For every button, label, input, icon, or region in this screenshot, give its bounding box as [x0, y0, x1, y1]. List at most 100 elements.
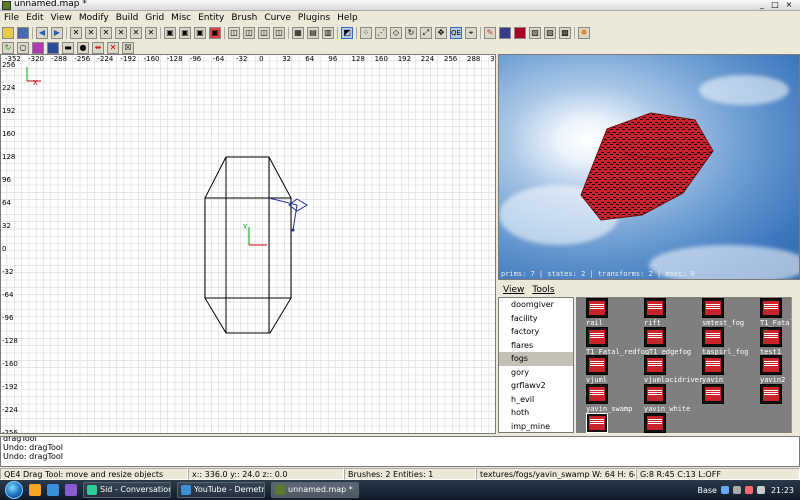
tray-icon[interactable]: [756, 486, 765, 494]
menu-modify[interactable]: Modify: [79, 12, 109, 24]
list-item[interactable]: facility: [499, 312, 573, 326]
texture-thumb[interactable]: [760, 355, 782, 375]
menu-plugins[interactable]: Plugins: [298, 12, 330, 24]
bookmark-icon[interactable]: [32, 42, 44, 54]
list-item-selected[interactable]: fogs: [499, 352, 573, 366]
grid-view-2d[interactable]: 256 224 192 160 128 96 64 32 0 -32 -64 -96 -128 -160-…: [0, 54, 496, 434]
list-item[interactable]: doomgiver: [499, 298, 573, 312]
task-youtube[interactable]: YouTube - Demetri ...: [177, 482, 265, 498]
menu-view[interactable]: View: [51, 12, 72, 24]
csg-hollow-icon[interactable]: ◫: [243, 27, 255, 39]
menu-file[interactable]: File: [4, 12, 19, 24]
rotate-x-icon[interactable]: ✕: [85, 27, 97, 39]
rotate-y-icon[interactable]: ✕: [115, 27, 127, 39]
task-radiant[interactable]: unnamed.map *: [271, 482, 359, 498]
media-icon[interactable]: [65, 484, 77, 496]
select-partial-tall-icon[interactable]: ▣: [194, 27, 206, 39]
grid-canvas[interactable]: [1, 55, 496, 434]
texture-thumb[interactable]: [586, 384, 608, 404]
texture-view-mode-icon[interactable]: ◩: [341, 27, 353, 39]
shader-icon[interactable]: [499, 27, 511, 39]
curve-icon[interactable]: ▩: [559, 27, 571, 39]
start-button[interactable]: [5, 481, 23, 499]
list-item[interactable]: grflawv2: [499, 379, 573, 393]
eyedropper-icon[interactable]: ✎: [484, 27, 496, 39]
patch-icon[interactable]: ▧: [529, 27, 541, 39]
language-indicator[interactable]: Base: [697, 486, 716, 495]
drag-tool-icon[interactable]: QE: [450, 27, 462, 39]
dot-icon[interactable]: ●: [77, 42, 89, 54]
refresh-icon[interactable]: ↻: [2, 42, 14, 54]
menu-help[interactable]: Help: [337, 12, 358, 24]
scale-tool-icon[interactable]: ⤢: [420, 27, 432, 39]
list-item[interactable]: imp_mine: [499, 420, 573, 433]
car-icon[interactable]: ▬: [62, 42, 74, 54]
texture-thumb-selected[interactable]: [586, 413, 608, 433]
camera-view-3d[interactable]: prims: 7 | states: 2 | transforms: 2 | m…: [498, 54, 800, 280]
texture-browser[interactable]: rail rift smtest_fog T1_Fatal T1_Fatal_r…: [576, 297, 800, 433]
open-folder-icon[interactable]: [2, 27, 14, 39]
translate-tool-icon[interactable]: ✥: [435, 27, 447, 39]
texture-folder-list[interactable]: doomgiver facility factory flares fogs g…: [498, 297, 574, 433]
texture-thumb[interactable]: [644, 298, 666, 318]
texture-thumb[interactable]: [760, 384, 782, 404]
clipper-icon[interactable]: ◫: [273, 27, 285, 39]
menu-curve[interactable]: Curve: [264, 12, 291, 24]
texture-thumb[interactable]: [644, 327, 666, 347]
box-x-icon[interactable]: ☒: [122, 42, 134, 54]
texture-thumb[interactable]: [702, 327, 724, 347]
camera-icon[interactable]: ▥: [322, 27, 334, 39]
list-item[interactable]: hoth: [499, 406, 573, 420]
rotate-tool-icon[interactable]: ↻: [405, 27, 417, 39]
select-complete-tall-icon[interactable]: ▣: [164, 27, 176, 39]
menu-entity[interactable]: Entity: [198, 12, 224, 24]
list-item[interactable]: factory: [499, 325, 573, 339]
security-icon[interactable]: [744, 486, 753, 494]
texture-menu-tools[interactable]: Tools: [532, 285, 554, 297]
face-mode-icon[interactable]: ◇: [390, 27, 402, 39]
explorer-icon[interactable]: [29, 484, 41, 496]
mirror-icon[interactable]: ⇹: [92, 42, 104, 54]
edge-mode-icon[interactable]: ⋰: [375, 27, 387, 39]
menu-grid[interactable]: Grid: [145, 12, 164, 24]
texture-lock-icon[interactable]: ▤: [307, 27, 319, 39]
texture-thumb[interactable]: [586, 298, 608, 318]
network-icon[interactable]: [720, 486, 729, 494]
flip-x-icon[interactable]: ✕: [70, 27, 82, 39]
list-item[interactable]: gory: [499, 366, 573, 380]
select-inside-icon[interactable]: ▣: [209, 27, 221, 39]
list-item[interactable]: h_evil: [499, 393, 573, 407]
maximize-icon[interactable]: □: [770, 1, 780, 10]
entity-icon[interactable]: [514, 27, 526, 39]
rotate-z-icon[interactable]: ✕: [145, 27, 157, 39]
browser-icon[interactable]: [47, 484, 59, 496]
cross-icon[interactable]: ✕: [107, 42, 119, 54]
bend-icon[interactable]: ▨: [544, 27, 556, 39]
circle-icon[interactable]: ○: [17, 42, 29, 54]
texture-thumb[interactable]: [644, 355, 666, 375]
texture-thumb[interactable]: [760, 298, 782, 318]
console-output[interactable]: dragTool Undo: dragTool Undo: dragTool: [0, 436, 800, 467]
plugin-icon[interactable]: ✺: [578, 27, 590, 39]
texture-thumb[interactable]: [644, 413, 666, 433]
flip-y-icon[interactable]: ✕: [100, 27, 112, 39]
flip-z-icon[interactable]: ✕: [130, 27, 142, 39]
texture-thumb[interactable]: [702, 384, 724, 404]
csg-merge-icon[interactable]: ◫: [258, 27, 270, 39]
texture-thumb[interactable]: [586, 327, 608, 347]
menu-misc[interactable]: Misc: [171, 12, 191, 24]
menu-build[interactable]: Build: [116, 12, 139, 24]
brush-icon[interactable]: [47, 42, 59, 54]
csg-subtract-icon[interactable]: ◫: [228, 27, 240, 39]
vertex-mode-icon[interactable]: ⁘: [360, 27, 372, 39]
texture-thumb[interactable]: [760, 327, 782, 347]
select-touching-icon[interactable]: ▣: [179, 27, 191, 39]
texture-menu-view[interactable]: View: [503, 285, 524, 297]
close-icon[interactable]: ×: [784, 1, 794, 10]
arrow-left-icon[interactable]: ◀: [36, 27, 48, 39]
list-item[interactable]: flares: [499, 339, 573, 353]
volume-icon[interactable]: [732, 486, 741, 494]
texture-thumb[interactable]: [702, 355, 724, 375]
change-views-icon[interactable]: ▦: [292, 27, 304, 39]
texture-thumb[interactable]: [586, 355, 608, 375]
